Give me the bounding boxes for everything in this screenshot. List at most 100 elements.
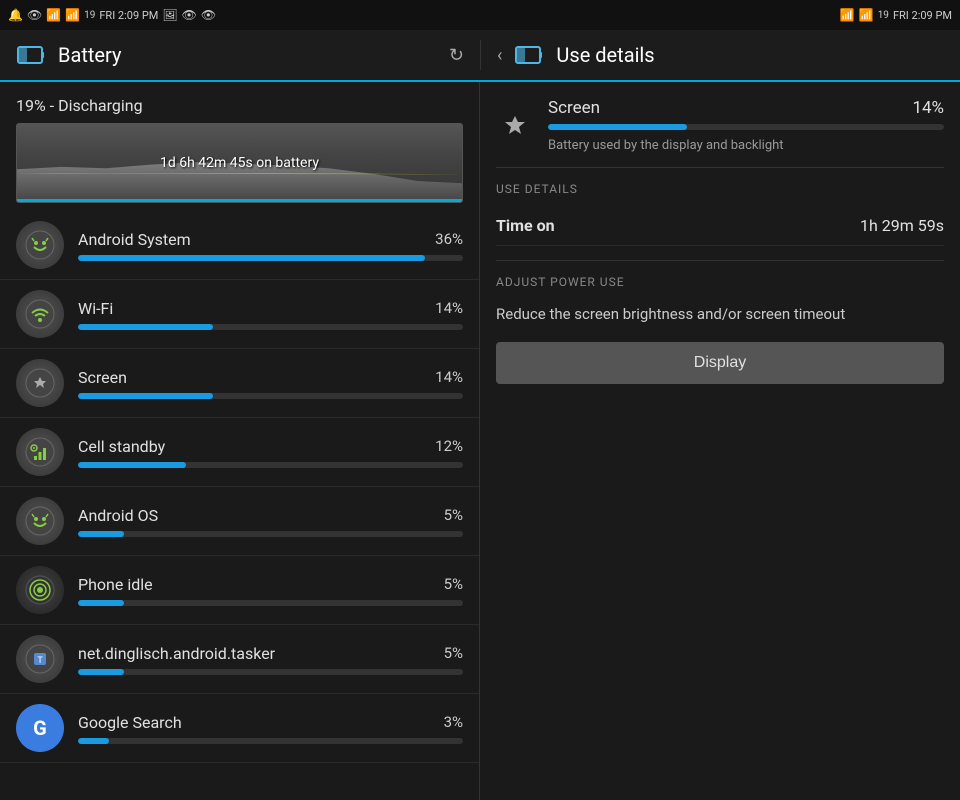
tasker-bar bbox=[78, 669, 463, 675]
google-search-content: Google Search 3% bbox=[78, 713, 463, 744]
android-os-content: Android OS 5% bbox=[78, 506, 463, 537]
signal-icon: 📶 bbox=[65, 8, 80, 22]
wifi-pct: 14% bbox=[435, 299, 463, 317]
refresh-button[interactable]: ↻ bbox=[449, 45, 464, 66]
android-system-icon bbox=[16, 221, 64, 269]
list-item[interactable]: Android System 36% bbox=[0, 211, 479, 280]
status-left: 🔔 👁 📶 📶 19 FRI 2:09 PM 🖼 👁 👁 bbox=[8, 8, 216, 22]
phone-idle-content: Phone idle 5% bbox=[78, 575, 463, 606]
title-bar: Battery ↻ ‹ Use details bbox=[0, 30, 960, 82]
screen-name: Screen bbox=[78, 368, 127, 387]
wifi-bar-fill bbox=[78, 324, 213, 330]
phone-idle-pct: 5% bbox=[444, 575, 463, 593]
right-panel: Screen 14% Battery used by the display a… bbox=[480, 82, 960, 800]
battery-screen-icon bbox=[16, 40, 46, 70]
left-panel: 19% - Discharging 1d 6h 42m 45s on batte… bbox=[0, 82, 480, 800]
cell-standby-icon bbox=[16, 428, 64, 476]
android-os-bar-fill bbox=[78, 531, 124, 537]
screen-pct: 14% bbox=[435, 368, 463, 386]
list-item[interactable]: Wi-Fi 14% bbox=[0, 280, 479, 349]
wifi-name: Wi-Fi bbox=[78, 299, 113, 318]
list-item[interactable]: Android OS 5% bbox=[0, 487, 479, 556]
battery-title: Battery bbox=[58, 43, 121, 67]
list-item[interactable]: Screen 14% bbox=[0, 349, 479, 418]
battery-status-text: 19% - Discharging bbox=[0, 82, 479, 123]
title-left: Battery ↻ bbox=[0, 40, 480, 70]
android-system-name: Android System bbox=[78, 230, 191, 249]
detail-screen-icon bbox=[496, 107, 534, 145]
detail-name: Screen bbox=[548, 98, 600, 118]
android-os-icon bbox=[16, 497, 64, 545]
android-system-pct: 36% bbox=[435, 230, 463, 248]
google-search-bar bbox=[78, 738, 463, 744]
detail-title-row: Screen 14% Battery used by the display a… bbox=[548, 98, 944, 153]
detail-bar bbox=[548, 124, 944, 130]
adjust-section: Reduce the screen brightness and/or scre… bbox=[496, 303, 944, 384]
main-content: 19% - Discharging 1d 6h 42m 45s on batte… bbox=[0, 82, 960, 800]
screen-icon bbox=[16, 359, 64, 407]
list-item[interactable]: T net.dinglisch.android.tasker 5% bbox=[0, 625, 479, 694]
time-right: FRI 2:09 PM bbox=[893, 9, 952, 22]
battery-num-left: 19 bbox=[84, 10, 95, 21]
wifi-content: Wi-Fi 14% bbox=[78, 299, 463, 330]
cell-standby-bar-fill bbox=[78, 462, 186, 468]
phone-idle-bar-fill bbox=[78, 600, 124, 606]
adjust-text: Reduce the screen brightness and/or scre… bbox=[496, 303, 944, 326]
divider-1 bbox=[496, 167, 944, 168]
status-bar: 🔔 👁 📶 📶 19 FRI 2:09 PM 🖼 👁 👁 📶 📶 19 FRI … bbox=[0, 0, 960, 30]
android-os-pct: 5% bbox=[444, 506, 463, 524]
wifi-status-icon: 📶 bbox=[46, 8, 61, 22]
time-left: FRI 2:09 PM bbox=[99, 9, 158, 22]
back-button[interactable]: ‹ bbox=[497, 45, 502, 66]
detail-header: Screen 14% Battery used by the display a… bbox=[496, 98, 944, 153]
adjust-power-label: ADJUST POWER USE bbox=[496, 275, 944, 289]
android-system-bar bbox=[78, 255, 463, 261]
google-search-bar-fill bbox=[78, 738, 109, 744]
eye-icon-1: 👁 bbox=[27, 8, 42, 22]
wifi-bar bbox=[78, 324, 463, 330]
google-search-name: Google Search bbox=[78, 713, 182, 732]
screen-bar bbox=[78, 393, 463, 399]
use-details-title: Use details bbox=[556, 43, 654, 67]
eye-icon-3: 👁 bbox=[201, 8, 216, 22]
signal-right-icon: 📶 bbox=[859, 8, 874, 22]
time-on-label: Time on bbox=[496, 216, 555, 235]
photo-icon: 🖼 bbox=[162, 8, 177, 22]
display-button[interactable]: Display bbox=[496, 342, 944, 384]
tasker-icon: T bbox=[16, 635, 64, 683]
battery-time-text: 1d 6h 42m 45s on battery bbox=[160, 155, 319, 171]
cell-standby-content: Cell standby 12% bbox=[78, 437, 463, 468]
android-os-bar bbox=[78, 531, 463, 537]
cell-standby-name: Cell standby bbox=[78, 437, 165, 456]
tasker-bar-fill bbox=[78, 669, 124, 675]
tasker-name: net.dinglisch.android.tasker bbox=[78, 644, 275, 663]
cell-standby-pct: 12% bbox=[435, 437, 463, 455]
battery-graph: 1d 6h 42m 45s on battery bbox=[16, 123, 463, 203]
use-details-label: USE DETAILS bbox=[496, 182, 944, 196]
wifi-icon bbox=[16, 290, 64, 338]
use-details-icon bbox=[514, 40, 544, 70]
cell-standby-bar bbox=[78, 462, 463, 468]
screen-bar-fill bbox=[78, 393, 213, 399]
list-item[interactable]: Cell standby 12% bbox=[0, 418, 479, 487]
svg-text:T: T bbox=[37, 656, 43, 666]
phone-idle-bar bbox=[78, 600, 463, 606]
title-right: ‹ Use details bbox=[480, 40, 960, 70]
time-on-row: Time on 1h 29m 59s bbox=[496, 206, 944, 246]
android-system-bar-fill bbox=[78, 255, 425, 261]
divider-2 bbox=[496, 260, 944, 261]
android-system-content: Android System 36% bbox=[78, 230, 463, 261]
list-item[interactable]: G Google Search 3% bbox=[0, 694, 479, 763]
time-on-value: 1h 29m 59s bbox=[860, 216, 944, 235]
phone-idle-name: Phone idle bbox=[78, 575, 153, 594]
battery-graph-underline bbox=[17, 199, 462, 202]
detail-bar-fill bbox=[548, 124, 687, 130]
list-item[interactable]: Phone idle 5% bbox=[0, 556, 479, 625]
android-os-name: Android OS bbox=[78, 506, 158, 525]
detail-pct: 14% bbox=[912, 98, 944, 118]
detail-description: Battery used by the display and backligh… bbox=[548, 138, 944, 153]
detail-title-name-row: Screen 14% bbox=[548, 98, 944, 118]
google-letter: G bbox=[33, 716, 47, 740]
google-search-icon: G bbox=[16, 704, 64, 752]
battery-num-right: 19 bbox=[878, 10, 889, 21]
